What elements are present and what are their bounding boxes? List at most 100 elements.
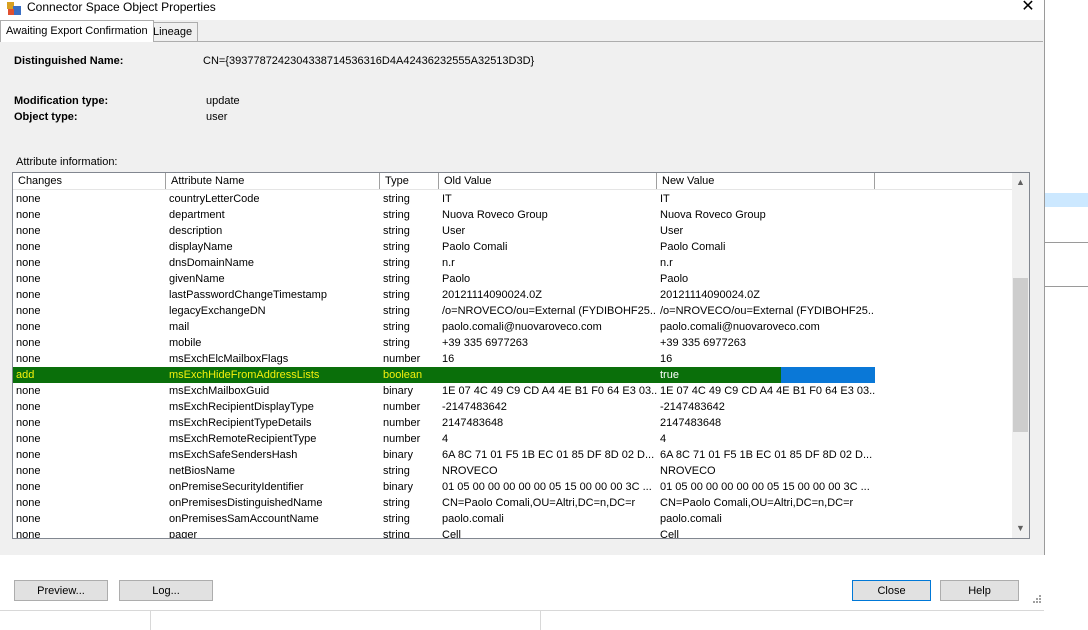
cell-old-value: 01 05 00 00 00 00 00 05 15 00 00 00 3C .… [442, 481, 652, 493]
attribute-information-label: Attribute information: [16, 156, 118, 168]
modification-type-label: Modification type: [14, 95, 109, 107]
cell-old-value: paolo.comali@nuovaroveco.com [442, 321, 602, 333]
vertical-scrollbar[interactable]: ▲ ▼ [1012, 173, 1029, 538]
cell-attribute-name: lastPasswordChangeTimestamp [169, 289, 327, 301]
dn-value: CN={3937787242304338714536316D4A42436232… [203, 55, 535, 67]
cell-attribute-name: msExchMailboxGuid [169, 385, 270, 397]
cell-attribute-name: onPremisesDistinguishedName [169, 497, 323, 509]
table-row[interactable]: none onPremisesSamAccountName string paolo.… [13, 511, 1013, 527]
cell-new-value: +39 335 6977263 [660, 337, 746, 349]
cell-changes: none [16, 305, 41, 317]
table-row[interactable]: add msExchHideFromAddressLists boolean true [13, 367, 1013, 383]
cell-old-value: Paolo Comali [442, 241, 508, 253]
cell-changes: none [16, 449, 41, 461]
cell-attribute-name: msExchHideFromAddressLists [166, 367, 380, 383]
cell-changes: none [16, 321, 41, 333]
cell-new-value: paolo.comali [660, 513, 722, 525]
column-header-type[interactable]: Type [380, 173, 439, 189]
background-divider [150, 610, 151, 630]
cell-type: binary [383, 449, 413, 461]
table-row[interactable]: none department string Nuova Roveco Group Nu… [13, 207, 1013, 223]
table-row[interactable]: none onPremisesDistinguishedName string CN=… [13, 495, 1013, 511]
table-row[interactable]: none dnsDomainName string n.r n.r [13, 255, 1013, 271]
cell-new-value: true [660, 369, 679, 381]
column-header-changes[interactable]: Changes [13, 173, 166, 189]
table-row[interactable]: none msExchRecipientDisplayType number -214… [13, 399, 1013, 415]
close-icon[interactable]: ✕ [1014, 0, 1042, 17]
table-row[interactable]: none displayName string Paolo Comali Paolo C… [13, 239, 1013, 255]
cell-new-value: Paolo Comali [660, 241, 726, 253]
cell-type: string [383, 289, 410, 301]
help-button[interactable]: Help [940, 580, 1019, 601]
title-bar[interactable]: Connector Space Object Properties ✕ [0, 0, 1044, 20]
cell-changes: add [13, 367, 166, 383]
cell-new-value: 01 05 00 00 00 00 00 05 15 00 00 00 3C .… [660, 481, 870, 493]
cell-new-value: paolo.comali@nuovaroveco.com [660, 321, 820, 333]
cell-old-value: paolo.comali [442, 513, 504, 525]
table-row[interactable]: none onPremiseSecurityIdentifier binary 01 … [13, 479, 1013, 495]
cell-attribute-name: msExchSafeSendersHash [169, 449, 298, 461]
cell-changes: none [16, 209, 41, 221]
cell-changes: none [16, 273, 41, 285]
table-row[interactable]: none msExchSafeSendersHash binary 6A 8C 71 … [13, 447, 1013, 463]
column-header-new-value[interactable]: New Value [657, 173, 875, 189]
table-row[interactable]: none mobile string +39 335 6977263 +39 335 6… [13, 335, 1013, 351]
close-button[interactable]: Close [852, 580, 931, 601]
table-row[interactable]: none lastPasswordChangeTimestamp string 201… [13, 287, 1013, 303]
cell-attribute-name: msExchRemoteRecipientType [169, 433, 317, 445]
resize-grip-icon[interactable] [1030, 594, 1042, 606]
table-row[interactable]: none mail string paolo.comali@nuovaroveco.c… [13, 319, 1013, 335]
table-row[interactable]: none msExchElcMailboxFlags number 16 16 [13, 351, 1013, 367]
cell-type: string [383, 513, 410, 525]
cell-attribute-name: msExchRecipientTypeDetails [169, 417, 312, 429]
window-title: Connector Space Object Properties [27, 0, 216, 14]
tab-awaiting-export-confirmation[interactable]: Awaiting Export Confirmation [0, 20, 154, 42]
cell-new-value: CN=Paolo Comali,OU=Altri,DC=n,DC=r [660, 497, 854, 509]
background-divider [540, 610, 541, 630]
cell-old-value: CN=Paolo Comali,OU=Altri,DC=n,DC=r [442, 497, 636, 509]
tab-lineage[interactable]: Lineage [147, 22, 199, 41]
cell-new-value: 2147483648 [660, 417, 722, 429]
background-divider [1045, 286, 1088, 287]
cell-old-value: 16 [442, 353, 455, 365]
tab-strip: Awaiting Export Confirmation Lineage [0, 20, 1044, 42]
cell-changes: none [16, 225, 41, 237]
table-row[interactable]: none description string User User [13, 223, 1013, 239]
table-row[interactable]: none msExchRemoteRecipientType number 4 4 [13, 431, 1013, 447]
cell-old-value: 1E 07 4C 49 C9 CD A4 4E B1 F0 64 E3 03..… [442, 385, 657, 397]
table-row[interactable]: none pager string Cell Cell [13, 527, 1013, 539]
cell-attribute-name: pager [169, 529, 198, 539]
cell-new-value: 4 [660, 433, 667, 445]
attribute-list-header: Changes Attribute Name Type Old Value Ne… [13, 173, 1013, 190]
table-row[interactable]: none msExchMailboxGuid binary 1E 07 4C 49 C… [13, 383, 1013, 399]
preview-button[interactable]: Preview... [14, 580, 108, 601]
column-header-attribute-name[interactable]: Attribute Name [166, 173, 380, 189]
scrollbar-thumb[interactable] [1013, 278, 1028, 432]
table-row[interactable]: none legacyExchangeDN string/o=NROVECO/ou=… [13, 303, 1013, 319]
cell-changes: none [16, 353, 41, 365]
cell-old-value: /o=NROVECO/ou=External (FYDIBOHF25... [442, 305, 657, 317]
cell-type: boolean [380, 367, 439, 383]
cell-attribute-name: netBiosName [169, 465, 236, 477]
column-header-old-value[interactable]: Old Value [439, 173, 657, 189]
log-button[interactable]: Log... [119, 580, 213, 601]
cell-changes: none [16, 241, 41, 253]
cell-new-value: Paolo [660, 273, 689, 285]
cell-changes: none [16, 481, 41, 493]
table-row[interactable]: none netBiosName string NROVECO NROVECO [13, 463, 1013, 479]
chevron-up-icon[interactable]: ▲ [1012, 174, 1029, 191]
cell-changes: none [16, 193, 41, 205]
cell-changes: none [16, 337, 41, 349]
table-row[interactable]: none givenName string Paolo Paolo [13, 271, 1013, 287]
dn-label: Distinguished Name: [14, 55, 124, 67]
chevron-down-icon[interactable]: ▼ [1012, 520, 1029, 537]
cell-type: string [383, 225, 410, 237]
cell-new-value: User [660, 225, 684, 237]
cell-attribute-name: description [169, 225, 223, 237]
table-row[interactable]: none msExchRecipientTypeDetails number 2147… [13, 415, 1013, 431]
cell-old-value: +39 335 6977263 [442, 337, 528, 349]
cell-old-value: IT [442, 193, 452, 205]
app-icon [7, 2, 21, 16]
attribute-list[interactable]: Changes Attribute Name Type Old Value Ne… [12, 172, 1030, 539]
table-row[interactable]: none countryLetterCode string IT IT [13, 191, 1013, 207]
